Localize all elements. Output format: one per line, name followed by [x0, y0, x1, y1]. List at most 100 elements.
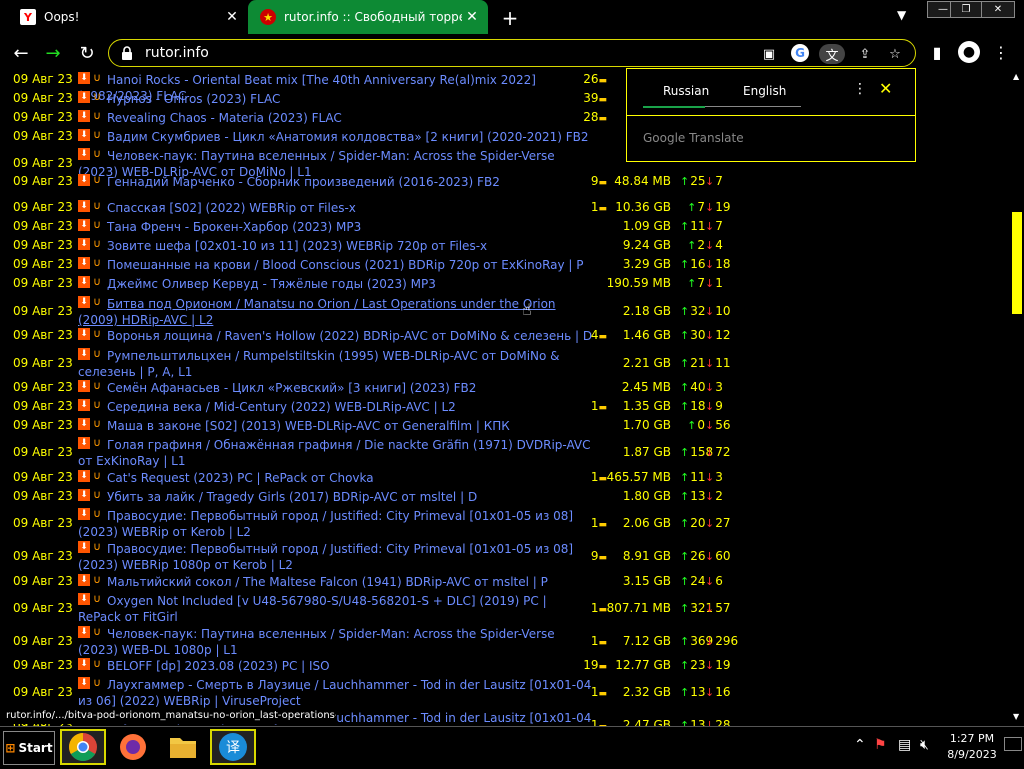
- side-panel-icon[interactable]: ▮: [926, 41, 948, 63]
- share-icon[interactable]: ⇪: [855, 44, 875, 64]
- leechers-count: 4: [715, 238, 723, 252]
- tab-oops[interactable]: Y Oops! ✕: [8, 0, 248, 34]
- torrent-title-link[interactable]: Вадим Скумбриев - Цикл «Анатомия колдовс…: [78, 129, 593, 145]
- seed-arrow-up-icon: ↑: [680, 258, 690, 271]
- torrent-title-link[interactable]: Румпельштильцхен / Rumpelstiltskin (1995…: [78, 348, 593, 380]
- comments-value: 39: [583, 91, 599, 105]
- seeders-count: 13: [690, 489, 706, 503]
- leechers: ↓57: [705, 601, 731, 615]
- torrent-title-link[interactable]: Правосудие: Первобытный город / Justifie…: [78, 508, 593, 540]
- selected-tab-indicator: [643, 106, 705, 108]
- torrent-row: 09 Авг 23 ⬇ ∪ Убить за лайк / Tragedy Girls…: [0, 489, 1010, 505]
- chrome-taskbar-button[interactable]: [60, 729, 106, 765]
- seeders-count: 25: [690, 174, 706, 188]
- action-center-flag-icon[interactable]: ⚑: [874, 737, 887, 753]
- translator-taskbar-button[interactable]: 译: [210, 729, 256, 765]
- address-bar[interactable]: rutor.info ▣ G 文 ⇪ ☆: [108, 39, 916, 67]
- torrent-title-link[interactable]: Семён Афанасьев - Цикл «Ржевский» [3 кни…: [78, 380, 593, 396]
- torrent-row: 09 Авг 23 ⬇ ∪ BELOFF [dp] 2023.08 (2023) PC…: [0, 658, 1010, 674]
- torrent-title-link[interactable]: Revealing Chaos - Materia (2023) FLAC: [78, 110, 593, 126]
- close-tab-icon[interactable]: ✕: [222, 9, 242, 25]
- leechers-count: 296: [715, 634, 739, 648]
- torrent-title-link[interactable]: Мальтийский сокол / The Maltese Falcon (…: [78, 574, 593, 590]
- torrent-title-link[interactable]: Oxygen Not Included [v U48-567980-S/U48-…: [78, 593, 593, 625]
- torrent-title-link[interactable]: Середина века / Mid-Century (2022) WEB-D…: [78, 399, 593, 415]
- leechers-count: 11: [715, 356, 731, 370]
- scrollbar-thumb[interactable]: [1012, 212, 1022, 314]
- comments-icon: ▬: [598, 114, 607, 124]
- leech-arrow-down-icon: ↓: [705, 446, 715, 459]
- tab-rutor[interactable]: ★ rutor.info :: Свободный торрент тр ✕: [248, 0, 488, 34]
- leech-arrow-down-icon: ↓: [705, 381, 715, 394]
- seeders: ↑24: [680, 574, 706, 588]
- leech-arrow-down-icon: ↓: [705, 400, 715, 413]
- torrent-size: 3.29 GB: [622, 257, 671, 271]
- leechers-count: 3: [715, 470, 723, 484]
- torrent-row: 09 Авг 23 ⬇ ∪ Помешанные на крови / Blood C…: [0, 257, 1010, 273]
- torrent-title-link[interactable]: Зовите шефа [02x01-10 из 11] (2023) WEBR…: [78, 238, 593, 254]
- system-clock[interactable]: 1:27 PM 8/9/2023: [940, 731, 1004, 763]
- torrent-title-link[interactable]: Битва под Орионом / Manatsu no Orion / L…: [78, 296, 593, 328]
- page-scrollbar[interactable]: ▲ ▼: [1010, 70, 1024, 726]
- back-button[interactable]: ←: [10, 42, 32, 64]
- torrent-title-link[interactable]: Джеймс Оливер Кервуд - Тяжёлые годы (202…: [78, 276, 593, 292]
- close-icon[interactable]: ✕: [879, 79, 892, 98]
- popup-blocked-icon[interactable]: ▣: [759, 44, 779, 64]
- show-desktop-button[interactable]: [1004, 737, 1022, 751]
- seeders-count: 26: [690, 549, 706, 563]
- torrent-title-link[interactable]: Спасская [S02] (2022) WEBRip от Files-x: [78, 200, 593, 216]
- translate-icon[interactable]: 文: [819, 44, 845, 64]
- leechers-count: 28: [715, 718, 731, 726]
- firefox-icon: [120, 734, 146, 760]
- torrent-title-link[interactable]: Cat's Request (2023) PC | RePack от Chov…: [78, 470, 593, 486]
- torrent-title-link[interactable]: Человек-паук: Паутина вселенных / Spider…: [78, 626, 593, 658]
- torrent-title-link[interactable]: Голая графиня / Обнажённая графиня / Die…: [78, 437, 593, 469]
- start-button[interactable]: ⊞ Start: [3, 731, 55, 765]
- torrent-title-link[interactable]: Лаухгаммер - Смерть в Лаузице / Lauchham…: [78, 677, 593, 709]
- seed-arrow-up-icon: ↑: [687, 239, 697, 252]
- bookmark-star-icon[interactable]: ☆: [885, 44, 905, 64]
- restore-button[interactable]: ❐: [950, 1, 982, 18]
- torrent-title-link[interactable]: Воронья лощина / Raven's Hollow (2022) B…: [78, 328, 593, 344]
- google-icon[interactable]: G: [791, 44, 809, 62]
- reload-button[interactable]: ↻: [76, 42, 98, 64]
- seeders: ↑0: [680, 418, 705, 432]
- torrent-title-link[interactable]: Правосудие: Первобытный город / Justifie…: [78, 541, 593, 573]
- close-tab-icon[interactable]: ✕: [462, 9, 482, 25]
- scroll-up-arrow-icon[interactable]: ▲: [1013, 72, 1019, 81]
- torrent-title-link[interactable]: Геннадий Марченко - Сборник произведений…: [78, 174, 593, 190]
- taskbar: ⊞ Start 译 ⌃ ⚑ ▤ 🔇︎ 1:27 PM 8/9/2023: [0, 726, 1024, 769]
- seeders: ↑23: [680, 658, 706, 672]
- close-window-button[interactable]: ✕: [981, 1, 1015, 18]
- more-options-icon[interactable]: ⋮: [853, 81, 867, 97]
- scroll-down-arrow-icon[interactable]: ▼: [1013, 712, 1019, 721]
- torrent-row: 09 Авг 23 ⬇ ∪ Мальтийский сокол / The Malte…: [0, 574, 1010, 590]
- seed-arrow-up-icon: ↑: [680, 220, 690, 233]
- torrent-size: 2.45 MB: [621, 380, 671, 394]
- new-tab-button[interactable]: +: [499, 6, 521, 30]
- torrent-size: 10.36 GB: [615, 200, 671, 214]
- torrent-title-link[interactable]: Маша в законе [S02] (2013) WEB-DLRip-AVC…: [78, 418, 593, 434]
- forward-button[interactable]: →: [42, 42, 64, 64]
- seed-arrow-up-icon: ↑: [680, 719, 690, 726]
- menu-kebab-icon[interactable]: ⋮: [990, 41, 1012, 63]
- explorer-taskbar-button[interactable]: [160, 729, 206, 765]
- volume-muted-icon[interactable]: 🔇︎: [920, 737, 929, 753]
- profile-avatar-icon[interactable]: ●: [958, 41, 980, 63]
- source-language-tab[interactable]: Russian: [663, 84, 709, 98]
- leechers-count: 3: [715, 380, 723, 394]
- network-icon[interactable]: ▤: [898, 737, 911, 753]
- torrent-title-link[interactable]: Тана Френч - Брокен-Харбор (2023) MP3: [78, 219, 593, 235]
- torrent-title-link[interactable]: BELOFF [dp] 2023.08 (2023) PC | ISO: [78, 658, 593, 674]
- firefox-taskbar-button[interactable]: [110, 729, 156, 765]
- torrent-title-link[interactable]: Помешанные на крови / Blood Conscious (2…: [78, 257, 593, 273]
- browser-toolbar: ← → ↻ rutor.info ▣ G 文 ⇪ ☆ ▮ ● ⋮: [0, 36, 1024, 70]
- target-language-tab[interactable]: English: [743, 84, 786, 98]
- tab-search-chevron-icon[interactable]: ▼: [897, 8, 906, 22]
- torrent-title-link[interactable]: Убить за лайк / Tragedy Girls (2017) BDR…: [78, 489, 593, 505]
- leechers-count: 7: [715, 219, 723, 233]
- seeders-count: 0: [697, 418, 705, 432]
- leech-arrow-down-icon: ↓: [705, 686, 715, 699]
- torrent-title-link[interactable]: Hypnos - Oniros (2023) FLAC: [78, 91, 593, 107]
- show-hidden-icons-chevron-icon[interactable]: ⌃: [854, 737, 866, 753]
